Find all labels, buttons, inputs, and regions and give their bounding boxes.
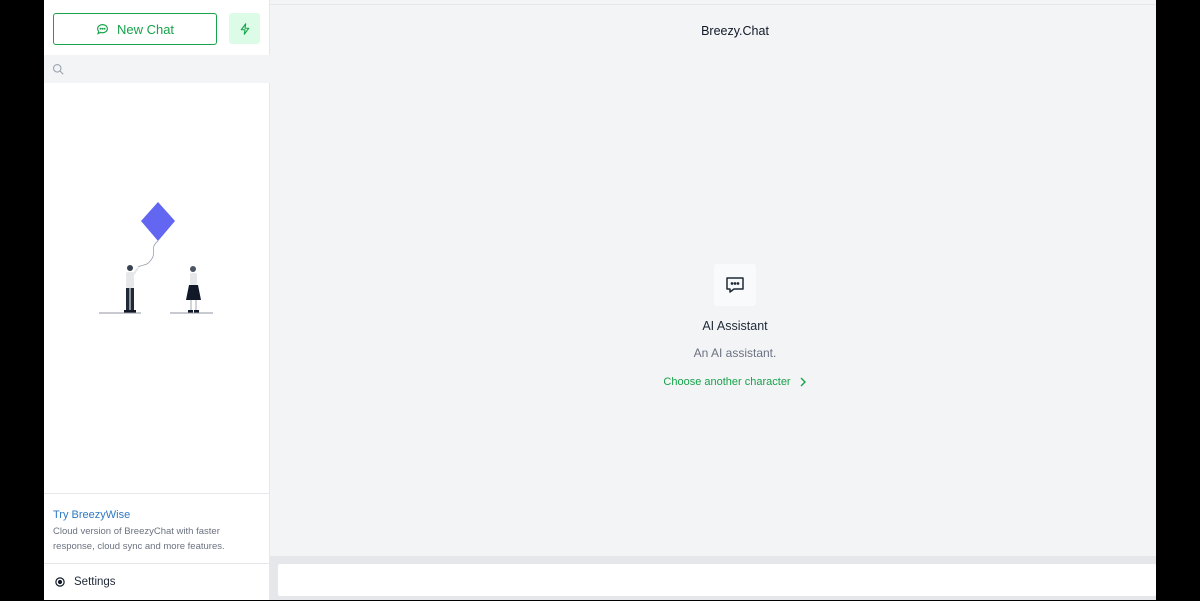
character-description: An AI assistant. (693, 346, 777, 360)
character-avatar (714, 264, 756, 306)
promo-description: Cloud version of BreezyChat with faster … (53, 526, 225, 552)
woman-figure (186, 266, 201, 313)
empty-state-illustration (99, 202, 213, 314)
settings-label: Settings (74, 576, 116, 588)
promo-link[interactable]: Try BreezyWise (53, 509, 261, 521)
promo-panel: Try BreezyWise Cloud version of BreezyCh… (44, 493, 270, 563)
new-chat-label: New Chat (116, 21, 175, 37)
chat-area: Breezy.Chat AI Assistant An AI assistant… (270, 0, 1156, 600)
quick-action-button[interactable] (229, 13, 260, 44)
lightning-icon (240, 22, 249, 35)
app-window: New Chat Try BreezyWise Cloud version of… (44, 0, 1156, 600)
character-name: AI Assistant (702, 319, 768, 333)
search-bar (44, 55, 270, 83)
composer-area (270, 556, 1156, 600)
kite-string (137, 240, 159, 268)
composer-box (278, 564, 1156, 596)
sidebar: New Chat Try BreezyWise Cloud version of… (44, 0, 270, 600)
chat-bubble-icon (726, 277, 744, 293)
chevron-right-icon (800, 377, 806, 387)
settings-button[interactable]: Settings (44, 563, 270, 600)
search-icon (52, 63, 64, 75)
settings-icon (55, 577, 65, 587)
kite-shape (141, 202, 175, 241)
message-input[interactable] (278, 564, 1156, 596)
chat-bubble-icon (97, 23, 108, 35)
character-card: AI Assistant An AI assistant. Choose ano… (270, 264, 1200, 388)
choose-character-link[interactable]: Choose another character (663, 376, 806, 388)
search-input[interactable] (70, 62, 270, 76)
app-title: Breezy.Chat (701, 24, 769, 38)
new-chat-button[interactable]: New Chat (53, 13, 217, 45)
man-figure (124, 265, 139, 313)
choose-character-label: Choose another character (663, 376, 791, 388)
